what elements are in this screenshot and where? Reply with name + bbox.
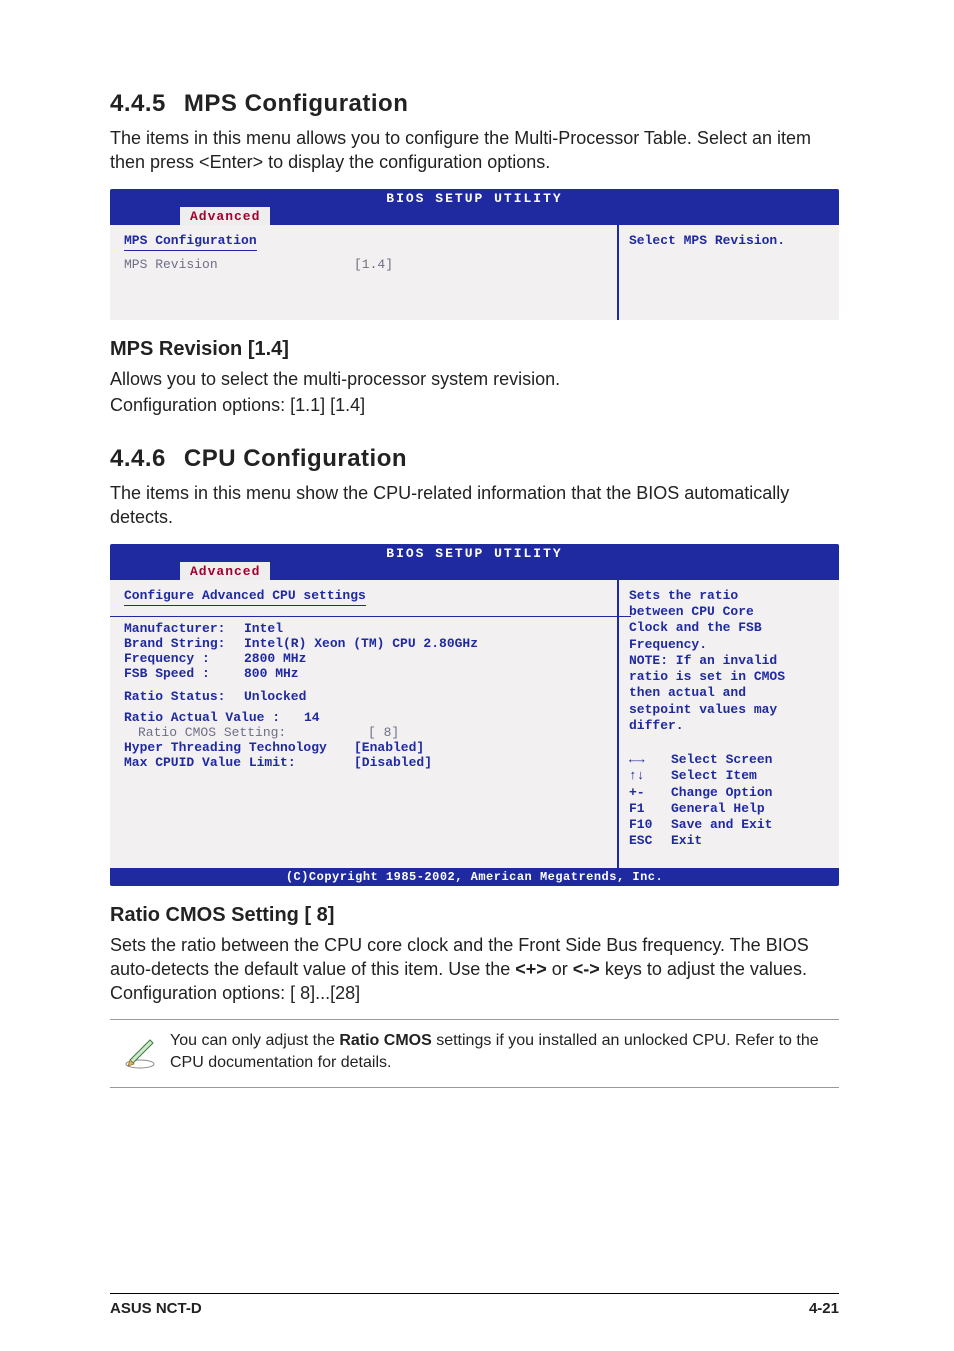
nav-save-exit: F10Save and Exit: [629, 817, 829, 833]
key-plus: <+>: [515, 959, 547, 979]
sub1-line1: Allows you to select the multi-processor…: [110, 367, 839, 391]
sub-heading-ratio-cmos: Ratio CMOS Setting [ 8]: [110, 904, 839, 927]
bios-row-max-cpuid[interactable]: Max CPUID Value Limit: [Disabled]: [124, 755, 603, 770]
desc: Select Item: [671, 768, 757, 784]
value: 14: [304, 710, 320, 725]
sub2-para: Sets the ratio between the CPU core cloc…: [110, 933, 839, 1006]
bios-tab-advanced[interactable]: Advanced: [180, 207, 270, 225]
page: 4.4.5 MPS Configuration The items in this…: [0, 0, 954, 1351]
value: [ 8]: [368, 725, 399, 740]
bios-nav-help: ←→Select Screen ↑↓Select Item +-Change O…: [629, 752, 829, 850]
bios-row-label: MPS Revision: [124, 257, 354, 272]
key: +-: [629, 785, 671, 801]
bios-row-ratio-status: Ratio Status: Unlocked: [124, 689, 603, 704]
section-title: MPS Configuration: [184, 90, 408, 117]
label: Hyper Threading Technology: [124, 740, 354, 755]
key: F1: [629, 801, 671, 817]
bios-row-fsb: FSB Speed : 800 MHz: [124, 666, 603, 681]
bios-panel-title: MPS Configuration: [124, 233, 257, 251]
bios-screenshot-mps: BIOS SETUP UTILITY Advanced MPS Configur…: [110, 189, 839, 320]
key: ESC: [629, 833, 671, 849]
bios-body: MPS Configuration MPS Revision [1.4] Sel…: [110, 225, 839, 320]
bios-row-manufacturer: Manufacturer: Intel: [124, 621, 603, 636]
bios-screenshot-cpu: BIOS SETUP UTILITY Advanced Configure Ad…: [110, 544, 839, 886]
value: Unlocked: [244, 689, 306, 704]
label: Ratio Status:: [124, 689, 244, 704]
sub-heading-mps-revision: MPS Revision [1.4]: [110, 338, 839, 361]
bios-row-value: [1.4]: [354, 257, 393, 272]
label: FSB Speed :: [124, 666, 244, 681]
bios-header: BIOS SETUP UTILITY Advanced: [110, 544, 839, 580]
bios-copyright: (C)Copyright 1985-2002, American Megatre…: [110, 868, 839, 886]
desc: Save and Exit: [671, 817, 772, 833]
section2-intro: The items in this menu show the CPU-rela…: [110, 481, 839, 530]
desc: Change Option: [671, 785, 772, 801]
bios-header: BIOS SETUP UTILITY Advanced: [110, 189, 839, 225]
section-heading-cpu: 4.4.6 CPU Configuration: [110, 445, 839, 473]
section-number: 4.4.6: [110, 445, 166, 472]
value: Intel: [244, 621, 283, 636]
bios-help-pane: Select MPS Revision.: [619, 225, 839, 320]
bios-util-title: BIOS SETUP UTILITY: [386, 546, 562, 561]
bios-util-title: BIOS SETUP UTILITY: [386, 191, 562, 206]
section1-intro: The items in this menu allows you to con…: [110, 126, 839, 175]
page-footer: ASUS NCT-D 4-21: [110, 1293, 839, 1317]
bold-term: Ratio CMOS: [339, 1032, 431, 1049]
value: [Disabled]: [354, 755, 432, 770]
label: Manufacturer:: [124, 621, 244, 636]
text: You can only adjust the: [170, 1032, 339, 1049]
bios-row-ratio-cmos[interactable]: Ratio CMOS Setting: [ 8]: [124, 725, 603, 740]
value: Intel(R) Xeon (TM) CPU 2.80GHz: [244, 636, 478, 651]
nav-change-option: +-Change Option: [629, 785, 829, 801]
section-heading-mps: 4.4.5 MPS Configuration: [110, 90, 839, 118]
nav-select-screen: ←→Select Screen: [629, 752, 829, 768]
label: Max CPUID Value Limit:: [124, 755, 354, 770]
section-number: 4.4.5: [110, 90, 166, 117]
desc: General Help: [671, 801, 765, 817]
value: 2800 MHz: [244, 651, 306, 666]
bios-row-hyper-threading[interactable]: Hyper Threading Technology [Enabled]: [124, 740, 603, 755]
text: or: [547, 959, 573, 979]
footer-left: ASUS NCT-D: [110, 1300, 202, 1317]
desc: Select Screen: [671, 752, 772, 768]
bios-left-pane: MPS Configuration MPS Revision [1.4]: [110, 225, 619, 320]
key: ↑↓: [629, 768, 671, 784]
desc: Exit: [671, 833, 702, 849]
bios-tab-advanced[interactable]: Advanced: [180, 562, 270, 580]
sub1-line2: Configuration options: [1.1] [1.4]: [110, 393, 839, 417]
bios-row-frequency: Frequency : 2800 MHz: [124, 651, 603, 666]
bios-body: Configure Advanced CPU settings Manufact…: [110, 580, 839, 868]
pencil-icon: [110, 1030, 170, 1075]
key: F10: [629, 817, 671, 833]
key: ←→: [629, 752, 671, 768]
bios-row-mps-revision[interactable]: MPS Revision [1.4]: [124, 257, 603, 272]
bios-help-text: Select MPS Revision.: [629, 233, 829, 249]
note-text: You can only adjust the Ratio CMOS setti…: [170, 1030, 839, 1073]
key-minus: <->: [573, 959, 600, 979]
section-title: CPU Configuration: [184, 445, 407, 472]
note-box: You can only adjust the Ratio CMOS setti…: [110, 1019, 839, 1088]
bios-help-pane: Sets the ratio between CPU Core Clock an…: [619, 580, 839, 868]
bios-row-ratio-actual: Ratio Actual Value : 14: [124, 710, 603, 725]
label: Frequency :: [124, 651, 244, 666]
bios-help-text: Sets the ratio between CPU Core Clock an…: [629, 588, 829, 734]
bios-panel-title: Configure Advanced CPU settings: [124, 588, 366, 606]
value: [Enabled]: [354, 740, 424, 755]
bios-left-pane: Configure Advanced CPU settings Manufact…: [110, 580, 619, 868]
nav-select-item: ↑↓Select Item: [629, 768, 829, 784]
label: Ratio CMOS Setting:: [138, 725, 368, 740]
label: Ratio Actual Value :: [124, 710, 304, 725]
value: 800 MHz: [244, 666, 299, 681]
footer-right: 4-21: [809, 1300, 839, 1317]
nav-general-help: F1General Help: [629, 801, 829, 817]
bios-row-brand: Brand String: Intel(R) Xeon (TM) CPU 2.8…: [124, 636, 603, 651]
nav-exit: ESCExit: [629, 833, 829, 849]
label: Brand String:: [124, 636, 244, 651]
